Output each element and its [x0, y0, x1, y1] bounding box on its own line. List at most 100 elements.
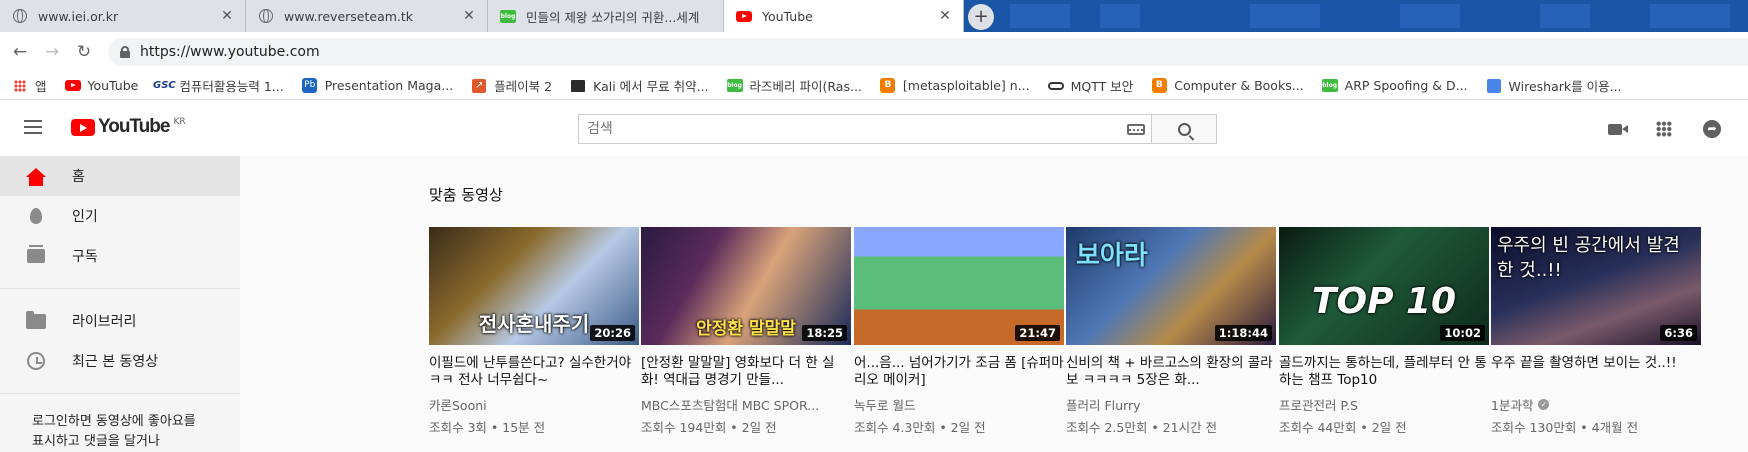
channel-name[interactable]: 프로관전러 P.S	[1279, 395, 1489, 414]
sidebar-item-history[interactable]: 최근 본 동영상	[0, 341, 240, 381]
channel-name[interactable]: 플러리 Flurry	[1066, 395, 1276, 414]
duration-badge: 20:26	[590, 325, 635, 341]
channel-name[interactable]: 카론Sooni	[429, 395, 639, 414]
browser-tab-active[interactable]: YouTube ✕	[724, 0, 964, 32]
search-box	[578, 114, 1152, 144]
video-card[interactable]: 우주의 빈 공간에서 발견한 것..!! 6:36 우주 끝을 촬영하면 보이는…	[1491, 227, 1701, 436]
video-title[interactable]: 우주 끝을 촬영하면 보이는 것..!!	[1491, 355, 1701, 389]
create-video-icon[interactable]	[1604, 118, 1628, 140]
close-icon[interactable]: ✕	[461, 8, 477, 24]
bookmark-label: YouTube	[87, 78, 139, 93]
apps-grid-icon[interactable]	[1653, 118, 1675, 140]
section-title: 맞춤 동영상	[429, 186, 503, 204]
video-thumbnail[interactable]: TOP 10 10:02	[1279, 227, 1489, 345]
sidebar-item-home[interactable]: 홈	[0, 156, 240, 196]
channel-label: MBC스포츠탐험대 MBC SPOR...	[641, 398, 820, 413]
close-icon[interactable]: ✕	[937, 8, 953, 24]
reload-icon[interactable]: ↻	[73, 41, 95, 63]
video-title[interactable]: 골드까지는 통하는데, 플레부터 안 통하는 챔프 Top10	[1279, 355, 1489, 389]
bookmark-label: 라즈베리 파이(Ras...	[749, 79, 862, 94]
video-thumbnail[interactable]: 우주의 빈 공간에서 발견한 것..!! 6:36	[1491, 227, 1701, 345]
bookmark-item[interactable]: MQTT 보안	[1047, 76, 1134, 95]
bookmark-item[interactable]: Kali 에서 무료 취약...	[570, 76, 709, 95]
gsc-icon: GSC	[152, 80, 176, 91]
video-thumbnail[interactable]: 전사혼내주기 20:26	[429, 227, 639, 345]
video-meta: 조회수 130만회 • 4개월 전	[1491, 420, 1639, 435]
bookmark-label: MQTT 보안	[1070, 79, 1134, 94]
close-icon[interactable]: ✕	[219, 8, 235, 24]
wireshark-icon	[1486, 78, 1502, 94]
bookmark-item[interactable]: B [metasploitable] n...	[880, 78, 1030, 94]
channel-name[interactable]: 1분과학 ✓	[1491, 395, 1701, 414]
youtube-masthead: YouTube KR ➦	[0, 100, 1748, 156]
forward-arrow-icon[interactable]: →	[41, 41, 63, 63]
channel-name[interactable]: 녹두로 월드	[854, 395, 1064, 414]
main-content: 맞춤 동영상 전사혼내주기 20:26 이필드에 난투를쓴다고? 실수한거야ㅋㅋ…	[240, 156, 1748, 452]
back-arrow-icon[interactable]: ←	[9, 41, 31, 63]
history-icon	[24, 349, 48, 373]
video-card[interactable]: 전사혼내주기 20:26 이필드에 난투를쓴다고? 실수한거야ㅋㅋ 전사 너무쉽…	[429, 227, 639, 436]
video-card[interactable]: 21:47 어...음... 넘어가기가 조금 폼 [슈퍼마리오 메이커] 녹두…	[854, 227, 1064, 436]
bookmark-label: 플레이북 2	[494, 79, 553, 94]
browser-tab[interactable]: www.iei.or.kr ✕	[0, 0, 246, 32]
video-meta: 조회수 3회 • 15분 전	[429, 420, 546, 435]
bookmark-item[interactable]: blog 라즈베리 파이(Ras...	[726, 76, 862, 95]
bookmark-item[interactable]: B Computer & Books...	[1151, 78, 1304, 94]
youtube-logo[interactable]: YouTube KR	[71, 116, 186, 138]
sidebar-item-label: 인기	[72, 209, 98, 225]
tab-title: 민들의 제왕 쏘가리의 귀환...세계	[526, 9, 700, 25]
bookmark-label: [metasploitable] n...	[902, 78, 1030, 93]
blog-icon: blog	[500, 8, 516, 24]
sidebar-item-subscriptions[interactable]: 구독	[0, 236, 240, 276]
channel-name[interactable]: MBC스포츠탐험대 MBC SPOR...	[641, 395, 851, 414]
browser-toolbar: ← → ↻ https://www.youtube.com	[0, 32, 1748, 72]
search-button[interactable]	[1152, 114, 1217, 144]
sidebar-item-label: 최근 본 동영상	[72, 354, 159, 370]
bookmark-item[interactable]: Wireshark를 이용...	[1486, 76, 1622, 95]
address-bar[interactable]: https://www.youtube.com	[108, 38, 1748, 66]
video-thumbnail[interactable]: 21:47	[854, 227, 1064, 345]
sidebar-item-trending[interactable]: 인기	[0, 196, 240, 236]
channel-label: 카론Sooni	[429, 398, 487, 413]
browser-tab[interactable]: blog 민들의 제왕 쏘가리의 귀환...세계	[488, 0, 724, 32]
desktop-background	[1650, 4, 1730, 28]
keyboard-icon[interactable]	[1121, 115, 1151, 143]
share-icon[interactable]: ➦	[1701, 118, 1723, 140]
bookmark-youtube[interactable]: YouTube	[64, 78, 139, 94]
apps-icon	[12, 78, 28, 94]
video-title[interactable]: [안정환 말말말] 영화보다 더 한 실화! 역대급 명경기 만들...	[641, 355, 851, 389]
video-card[interactable]: TOP 10 10:02 골드까지는 통하는데, 플레부터 안 통하는 챔프 T…	[1279, 227, 1489, 436]
video-title[interactable]: 신비의 책 + 바르고스의 환장의 콜라보 ㅋㅋㅋㅋ 5장은 화...	[1066, 355, 1276, 389]
video-title[interactable]: 이필드에 난투를쓴다고? 실수한거야ㅋㅋ 전사 너무쉽다~	[429, 355, 639, 389]
bookmark-apps[interactable]: 앱	[12, 76, 47, 95]
video-meta: 조회수 44만회 • 2일 전	[1279, 420, 1407, 435]
bookmark-item[interactable]: GSC 컴퓨터활용능력 1...	[152, 76, 284, 95]
bookmark-label: Presentation Maga...	[324, 78, 454, 93]
playbook-icon: ↗	[471, 78, 487, 94]
bookmark-label: Wireshark를 이용...	[1508, 79, 1622, 94]
video-thumbnail[interactable]: 보아라 1:18:44	[1066, 227, 1276, 345]
thumbnail-text: 보아라	[1076, 241, 1148, 271]
search-icon	[1177, 122, 1191, 136]
browser-tab[interactable]: www.reverseteam.tk ✕	[246, 0, 488, 32]
bookmark-item[interactable]: Pb Presentation Maga...	[302, 78, 453, 94]
video-title[interactable]: 어...음... 넘어가기가 조금 폼 [슈퍼마리오 메이커]	[854, 355, 1064, 389]
duration-badge: 1:18:44	[1214, 325, 1272, 341]
video-meta: 조회수 2.5만회 • 21시간 전	[1066, 420, 1218, 435]
sidebar-item-library[interactable]: 라이브러리	[0, 301, 240, 341]
bookmark-label: 앱	[35, 79, 47, 94]
video-thumbnail[interactable]: 안정환 말말말 18:25	[641, 227, 851, 345]
desktop-background	[1250, 4, 1320, 28]
video-card[interactable]: 보아라 1:18:44 신비의 책 + 바르고스의 환장의 콜라보 ㅋㅋㅋㅋ 5…	[1066, 227, 1276, 436]
video-card[interactable]: 안정환 말말말 18:25 [안정환 말말말] 영화보다 더 한 실화! 역대급…	[641, 227, 851, 436]
bookmark-item[interactable]: blog ARP Spoofing & D...	[1321, 78, 1468, 94]
logo-text: YouTube	[98, 116, 170, 137]
subscriptions-icon	[24, 244, 48, 268]
blog-icon: blog	[1321, 78, 1338, 94]
new-tab-button[interactable]: +	[968, 4, 994, 30]
channel-label: 프로관전러 P.S	[1279, 398, 1358, 413]
desktop-background	[1100, 4, 1140, 28]
menu-icon[interactable]	[24, 120, 42, 134]
search-input[interactable]	[579, 115, 1121, 143]
bookmark-item[interactable]: ↗ 플레이북 2	[471, 76, 552, 95]
